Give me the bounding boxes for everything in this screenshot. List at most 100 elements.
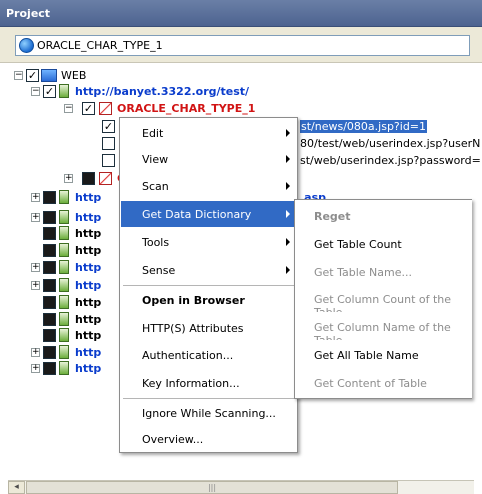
injection-icon [99, 172, 112, 185]
menu-item-key-information[interactable]: Key Information... [121, 370, 296, 396]
root-checkbox[interactable] [26, 69, 39, 82]
scroll-thumb[interactable]: ||| [26, 481, 398, 494]
site-link[interactable]: http [75, 211, 101, 224]
data-dictionary-submenu: Reget Get Table Count Get Table Name... … [294, 199, 472, 399]
site-checkbox[interactable] [43, 211, 56, 224]
submenu-item-get-content-of-table[interactable]: Get Content of Table [296, 370, 473, 396]
site-checkbox[interactable] [43, 362, 56, 375]
site-checkbox[interactable] [43, 313, 56, 326]
site-link[interactable]: http [75, 191, 101, 204]
submenu-item-label: Get Table Name... [314, 266, 412, 279]
node-checkbox[interactable] [82, 102, 95, 115]
page-icon [59, 260, 69, 274]
page-icon [59, 295, 69, 309]
site-link[interactable]: http [75, 279, 101, 292]
menu-item-authentication[interactable]: Authentication... [121, 342, 296, 368]
page-icon [59, 361, 69, 375]
site-checkbox[interactable] [43, 346, 56, 359]
menu-item-label: Ignore While Scanning... [142, 407, 276, 420]
menu-item-open-in-browser[interactable]: Open in Browser [121, 287, 296, 313]
submenu-item-reget[interactable]: Reget [296, 203, 473, 229]
child-checkbox[interactable] [102, 120, 115, 133]
menu-item-get-data-dictionary[interactable]: Get Data Dictionary [121, 201, 296, 227]
menu-item-scan[interactable]: Scan [121, 173, 296, 199]
page-icon [59, 190, 69, 204]
submenu-arrow-icon [286, 210, 290, 218]
injection-icon [99, 102, 112, 115]
collapse-toggle[interactable]: − [31, 87, 40, 96]
horizontal-scrollbar[interactable]: ◂ ||| [8, 480, 474, 494]
site-link[interactable]: http://banyet.3322.org/test/ [75, 85, 249, 98]
site-link[interactable]: http [75, 261, 101, 274]
collapse-toggle[interactable]: − [64, 104, 73, 113]
menu-item-label: Authentication... [142, 349, 234, 362]
menu-item-label: Edit [142, 127, 164, 140]
submenu-arrow-icon [286, 238, 290, 246]
submenu-arrow-icon [286, 182, 290, 190]
context-menu: Edit View Scan Get Data Dictionary Tools… [119, 117, 298, 453]
menu-item-edit[interactable]: Edit [121, 120, 296, 146]
submenu-item-label: Get Table Count [314, 238, 402, 251]
page-icon [59, 226, 69, 240]
submenu-item-get-column-name[interactable]: Get Column Name of the Table [296, 314, 473, 340]
scroll-left-icon[interactable]: ◂ [8, 481, 25, 494]
url-value: ORACLE_CHAR_TYPE_1 [37, 39, 163, 52]
expand-toggle[interactable]: + [64, 174, 73, 183]
site-link[interactable]: http [75, 362, 101, 375]
expand-toggle[interactable]: + [31, 364, 40, 373]
site-link[interactable]: http [75, 296, 101, 309]
site-checkbox[interactable] [43, 191, 56, 204]
submenu-item-get-all-table-name[interactable]: Get All Table Name [296, 342, 473, 368]
child-checkbox[interactable] [102, 154, 115, 167]
root-label: WEB [61, 69, 87, 82]
site-checkbox[interactable] [43, 279, 56, 292]
expand-toggle[interactable]: + [31, 213, 40, 222]
web-folder-icon [41, 69, 57, 82]
site-link[interactable]: http [75, 227, 101, 240]
submenu-item-get-table-name[interactable]: Get Table Name... [296, 259, 473, 285]
url-bar: ORACLE_CHAR_TYPE_1 [0, 27, 482, 63]
site-checkbox[interactable] [43, 227, 56, 240]
site-link[interactable]: http [75, 329, 101, 342]
submenu-item-get-table-count[interactable]: Get Table Count [296, 231, 473, 257]
site-checkbox[interactable] [43, 261, 56, 274]
submenu-arrow-icon [286, 129, 290, 137]
site-link[interactable]: http [75, 313, 101, 326]
site-checkbox[interactable] [43, 329, 56, 342]
menu-separator [123, 285, 294, 286]
submenu-arrow-icon [286, 155, 290, 163]
expand-toggle[interactable]: + [31, 193, 40, 202]
url-field[interactable]: ORACLE_CHAR_TYPE_1 [15, 35, 470, 56]
menu-item-label: View [142, 153, 169, 166]
menu-separator [123, 398, 294, 399]
menu-item-https-attributes[interactable]: HTTP(S) Attributes [121, 315, 296, 341]
submenu-item-label: Reget [314, 210, 351, 223]
child-checkbox[interactable] [102, 137, 115, 150]
menu-item-ignore-while-scanning[interactable]: Ignore While Scanning... [121, 400, 296, 426]
menu-item-tools[interactable]: Tools [121, 229, 296, 255]
site-checkbox[interactable] [43, 85, 56, 98]
expand-toggle[interactable]: + [31, 281, 40, 290]
site-link[interactable]: http [75, 346, 101, 359]
menu-item-label: Sense [142, 264, 176, 277]
submenu-item-get-column-count[interactable]: Get Column Count of the Table [296, 286, 473, 312]
site-checkbox[interactable] [43, 244, 56, 257]
node-label[interactable]: ORACLE_CHAR_TYPE_1 [117, 102, 255, 115]
child-row[interactable]: 80/test/web/userindex.jsp?userN [300, 137, 480, 150]
child-row-selected[interactable]: st/news/080a.jsp?id=1 [300, 120, 428, 133]
page-icon [59, 84, 69, 98]
menu-item-overview[interactable]: Overview... [121, 426, 296, 452]
collapse-toggle[interactable]: − [14, 71, 23, 80]
site-link[interactable]: http [75, 244, 101, 257]
expand-toggle[interactable]: + [31, 263, 40, 272]
page-icon [59, 328, 69, 342]
page-icon [59, 243, 69, 257]
child-row[interactable]: st/web/userindex.jsp?password= [300, 154, 481, 167]
panel-title: Project [0, 0, 482, 27]
menu-item-sense[interactable]: Sense [121, 257, 296, 283]
site-checkbox[interactable] [43, 296, 56, 309]
menu-item-view[interactable]: View [121, 146, 296, 172]
submenu-item-label: Get Content of Table [314, 377, 427, 390]
site-checkbox[interactable] [82, 172, 95, 185]
expand-toggle[interactable]: + [31, 348, 40, 357]
